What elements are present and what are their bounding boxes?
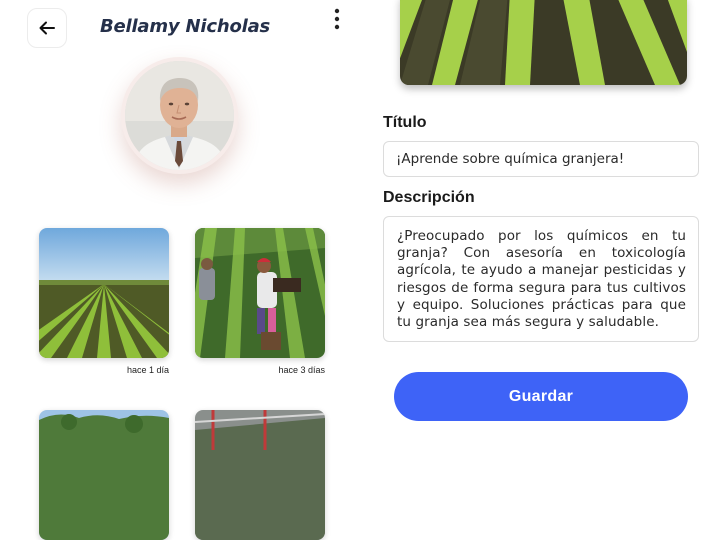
description-textarea[interactable]: ¿Preocupado por los químicos en tu granj… [383, 216, 699, 342]
hillside-trees-image [39, 410, 169, 540]
post-thumbnail-2[interactable] [195, 228, 325, 358]
title-input[interactable]: ¡Aprende sobre química granjera! [383, 141, 699, 177]
description-label: Descripción [383, 189, 475, 206]
post-thumbnail-4[interactable] [195, 410, 325, 540]
arrow-left-icon [39, 21, 55, 35]
more-options-button[interactable] [325, 6, 349, 32]
greenhouse-image [195, 410, 325, 540]
cover-image[interactable] [400, 0, 687, 85]
post-time-1: hace 1 día [126, 365, 169, 375]
post-thumbnail-1[interactable] [39, 228, 169, 358]
post-thumbnail-3[interactable] [39, 410, 169, 540]
post-time-2: hace 3 días [278, 365, 325, 375]
crop-rows-cover-image [400, 0, 687, 85]
back-button[interactable] [27, 8, 67, 48]
doctor-portrait-image [125, 61, 234, 170]
farm-workers-harvest-image [195, 228, 325, 358]
avatar[interactable] [125, 61, 234, 170]
profile-name: Bellamy Nicholas [99, 16, 271, 37]
more-vertical-icon [334, 8, 340, 30]
avatar-frame [121, 57, 238, 174]
save-button[interactable]: Guardar [394, 372, 688, 421]
crop-field-rows-image [39, 228, 169, 358]
title-label: Título [383, 114, 427, 131]
